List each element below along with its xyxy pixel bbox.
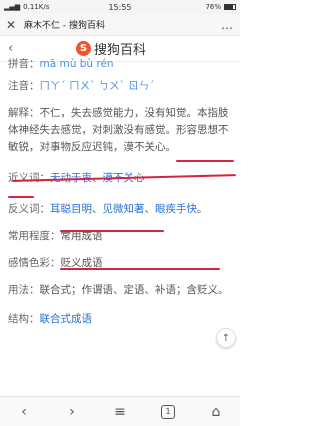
pinyin-row: 拼音：mā mù bù rén	[8, 56, 236, 74]
bottom-nav-bar: ‹ › ≡ 1 ⌂	[0, 396, 240, 426]
separator: 。	[197, 203, 208, 215]
scroll-top-button[interactable]: ↑	[216, 328, 236, 348]
entry-content: 拼音：mā mù bù rén 注音：ㄇㄚˊ ㄇㄨˋ ㄅㄨˋ ㄖㄣˊ 解释：不仁…	[8, 58, 236, 328]
highlight-underline	[176, 160, 234, 162]
arrow-up-icon: ↑	[221, 332, 231, 344]
structure-label: 结构：	[8, 313, 40, 325]
emotion-label: 感情色彩：	[8, 257, 61, 269]
highlight-underline	[60, 268, 220, 270]
explain-text: 不仁，失去感觉能力，没有知觉。本指肢体神经失去感觉，对刺激没有感觉。形容思想不敏…	[8, 107, 229, 153]
structure-row: 结构：联合式成语	[8, 311, 236, 328]
usage-frequency-label: 常用程度：	[8, 230, 61, 242]
separator: 、	[144, 203, 156, 215]
highlight-underline	[8, 196, 34, 198]
separator: 、	[92, 203, 103, 215]
browser-title-bar: ✕ 麻木不仁 - 搜狗百科 …	[0, 14, 240, 36]
home-icon[interactable]: ⌂	[201, 404, 231, 420]
highlight-underline	[60, 230, 164, 232]
usage-label: 用法：	[8, 284, 40, 296]
back-icon[interactable]: ‹	[8, 41, 22, 56]
tab-count: 1	[161, 404, 175, 419]
more-icon[interactable]: …	[221, 18, 234, 32]
zhuyin-label: 注音：	[8, 80, 40, 92]
antonym-link[interactable]: 耳聪目明	[50, 203, 92, 215]
battery-icon	[224, 4, 236, 10]
close-icon[interactable]: ✕	[6, 18, 20, 32]
structure-link[interactable]: 联合式成语	[40, 313, 93, 325]
logo-icon: S	[76, 41, 91, 56]
zhuyin-value: ㄇㄚˊ ㄇㄨˋ ㄅㄨˋ ㄖㄣˊ	[39, 80, 155, 92]
usage-value: 联合式；作谓语、定语、补语；含贬义。	[39, 284, 229, 296]
antonym-link[interactable]: 眼疾手快	[155, 203, 197, 215]
explanation-row: 解释：不仁，失去感觉能力，没有知觉。本指肢体神经失去感觉，对刺激没有感觉。形容思…	[8, 105, 236, 156]
zhuyin-row: 注音：ㄇㄚˊ ㄇㄨˋ ㄅㄨˋ ㄖㄣˊ	[8, 78, 236, 95]
pinyin-label: 拼音：	[8, 58, 40, 70]
antonyms-label: 反义词：	[8, 203, 50, 215]
antonym-link[interactable]: 见微知著	[103, 203, 145, 215]
nav-forward-icon[interactable]: ›	[57, 404, 87, 420]
pinyin-value: mā mù bù rén	[39, 58, 114, 70]
tabs-button[interactable]: 1	[153, 404, 183, 419]
usage-row: 用法：联合式；作谓语、定语、补语；含贬义。	[8, 282, 236, 299]
clock: 15:55	[108, 2, 132, 12]
explain-label: 解释：	[8, 107, 40, 119]
menu-icon[interactable]: ≡	[105, 404, 135, 420]
page-title: 麻木不仁 - 搜狗百科	[24, 21, 105, 31]
nav-back-icon[interactable]: ‹	[9, 404, 39, 420]
antonyms-row: 反义词：耳聪目明、见微知著、眼疾手快。	[8, 201, 236, 218]
status-bar: ▂▄▆ 0.11K/s 15:55 76%	[0, 0, 240, 14]
synonyms-label: 近义词：	[8, 172, 50, 184]
